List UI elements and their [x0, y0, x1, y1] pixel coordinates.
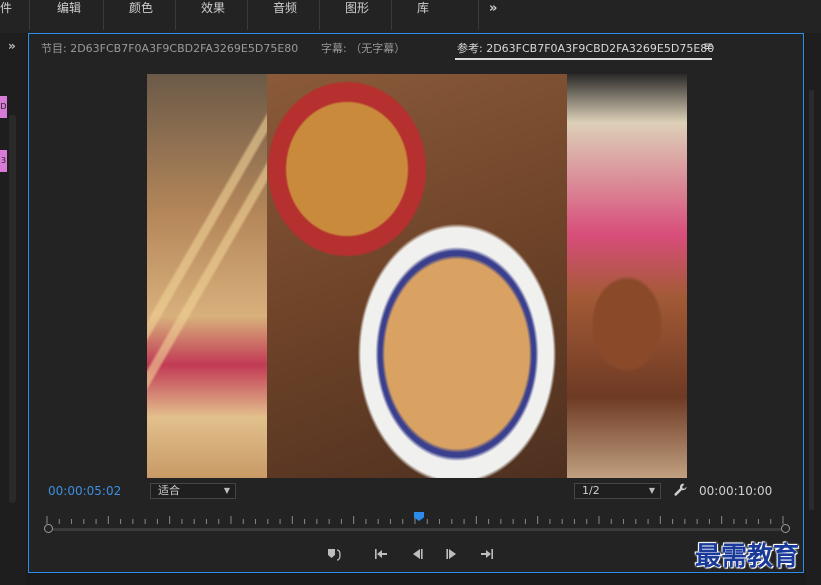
menu-divider — [247, 0, 248, 30]
tab-captions[interactable]: 字幕: （无字幕） — [321, 40, 405, 56]
menu-color[interactable]: 颜色 — [129, 0, 153, 17]
video-preview[interactable] — [147, 74, 687, 478]
program-monitor-panel: 节目: 2D63FCB7F0A3F9CBD2FA3269E5D75E80 字幕:… — [28, 33, 804, 573]
duration-timecode: 00:00:10:00 — [699, 484, 773, 498]
active-tab-indicator — [455, 58, 712, 60]
video-panel-meat-skewers — [567, 74, 687, 478]
hamburger-icon[interactable]: ≡ — [703, 39, 713, 53]
fit-dropdown-value: 适合 — [158, 484, 180, 497]
marker-icon[interactable] — [327, 546, 343, 562]
double-chevron-right-icon[interactable]: » — [489, 0, 497, 17]
go-to-out-icon[interactable] — [479, 546, 495, 562]
double-chevron-right-icon[interactable]: » — [8, 39, 16, 53]
go-to-in-icon[interactable] — [373, 546, 389, 562]
chevron-down-icon: ▼ — [648, 486, 655, 495]
menu-effects[interactable]: 效果 — [201, 0, 225, 17]
wrench-icon[interactable] — [672, 481, 690, 499]
menu-edit[interactable]: 编辑 — [57, 0, 81, 17]
menu-file[interactable]: 件 — [0, 0, 12, 17]
menu-divider — [391, 0, 392, 30]
fit-dropdown[interactable]: 适合 ▼ — [150, 483, 236, 499]
step-back-icon[interactable] — [409, 546, 425, 562]
out-point-handle[interactable] — [781, 524, 790, 533]
resolution-dropdown[interactable]: 1/2 ▼ — [574, 483, 661, 499]
current-timecode[interactable]: 00:00:05:02 — [48, 484, 121, 498]
video-panel-noodles-fish — [267, 74, 567, 478]
menu-divider — [103, 0, 104, 30]
chevron-down-icon: ▼ — [223, 486, 230, 495]
menu-divider — [319, 0, 320, 30]
label-tab-a[interactable]: D — [0, 96, 7, 118]
menu-divider — [175, 0, 176, 30]
menu-divider — [29, 0, 30, 30]
in-point-handle[interactable] — [44, 524, 53, 533]
menu-divider — [478, 0, 479, 30]
watermark-logo: 最需教育 — [695, 542, 800, 572]
menu-audio[interactable]: 音频 — [273, 0, 297, 17]
playback-track[interactable] — [45, 528, 787, 531]
video-panel-skewers — [147, 74, 267, 478]
step-forward-icon[interactable] — [444, 546, 460, 562]
menu-library[interactable]: 库 — [417, 0, 429, 17]
resolution-dropdown-value: 1/2 — [582, 484, 600, 497]
menu-graphics[interactable]: 图形 — [345, 0, 369, 17]
label-tab-b[interactable]: 3 — [0, 150, 7, 172]
tab-reference[interactable]: 参考: 2D63FCB7F0A3F9CBD2FA3269E5D75E80 — [457, 40, 714, 56]
tab-program[interactable]: 节目: 2D63FCB7F0A3F9CBD2FA3269E5D75E80 — [41, 40, 298, 56]
right-scrollbar[interactable] — [809, 90, 814, 510]
menu-bar: 件 编辑 颜色 效果 音频 图形 库 » — [0, 0, 821, 33]
left-scrollbar[interactable] — [9, 115, 16, 503]
